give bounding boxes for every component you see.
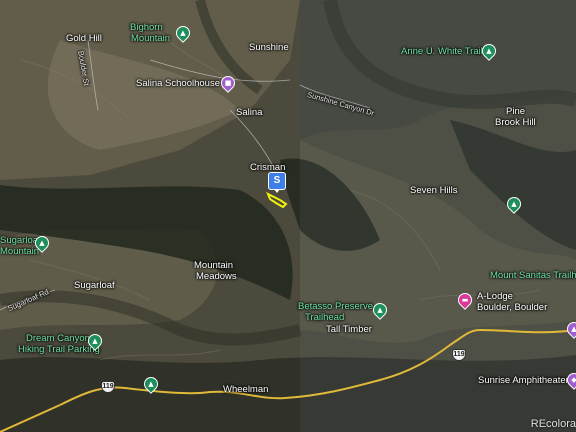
listing-marker[interactable]: S [268, 172, 286, 193]
attribution-text: REcolora [530, 418, 576, 430]
label-tall-timber: Tall Timber [326, 324, 372, 335]
label-brook-hill-line2: Brook Hill [495, 117, 536, 128]
label-mountain-meadows-line2: Meadows [196, 271, 237, 282]
label-a-lodge-line2: Boulder, Boulder [477, 302, 548, 313]
label-dream-canyon-line1: Dream Canyon [26, 333, 90, 344]
label-betasso-line1: Betasso Preserve [298, 301, 373, 312]
label-sunrise-amphitheater: Sunrise Amphitheater [478, 375, 569, 386]
label-a-lodge-line1: A-Lodge [477, 291, 513, 302]
label-salina: Salina [236, 107, 263, 118]
label-mount-sanitas: Mount Sanitas Trailhe [490, 270, 576, 281]
label-sugarloaf: Sugarloaf [74, 280, 115, 291]
label-wheelman: Wheelman [223, 384, 269, 395]
label-bighorn-line2: Mountain [131, 33, 171, 44]
satellite-map[interactable]: Gold Hill Boulder St Bighorn Mountain ▲ … [0, 0, 576, 432]
label-pine-line1: Pine [506, 106, 526, 117]
label-sunshine: Sunshine [249, 42, 289, 53]
label-mountain-meadows-line1: Mountain [194, 260, 234, 271]
label-bighorn-line1: Bighorn [130, 22, 163, 33]
label-salina-schoolhouse: Salina Schoolhouse [136, 78, 220, 89]
label-dream-canyon-line2: Hiking Trail Parking [18, 344, 100, 355]
label-seven-hills: Seven Hills [410, 185, 458, 196]
label-gold-hill: Gold Hill [66, 33, 102, 44]
label-sugarloaf-mountain-line2: Mountain [0, 246, 40, 257]
label-betasso-line2: Trailhead [305, 312, 345, 323]
label-anne-white-trail: Anne U. White Trail [401, 46, 483, 57]
